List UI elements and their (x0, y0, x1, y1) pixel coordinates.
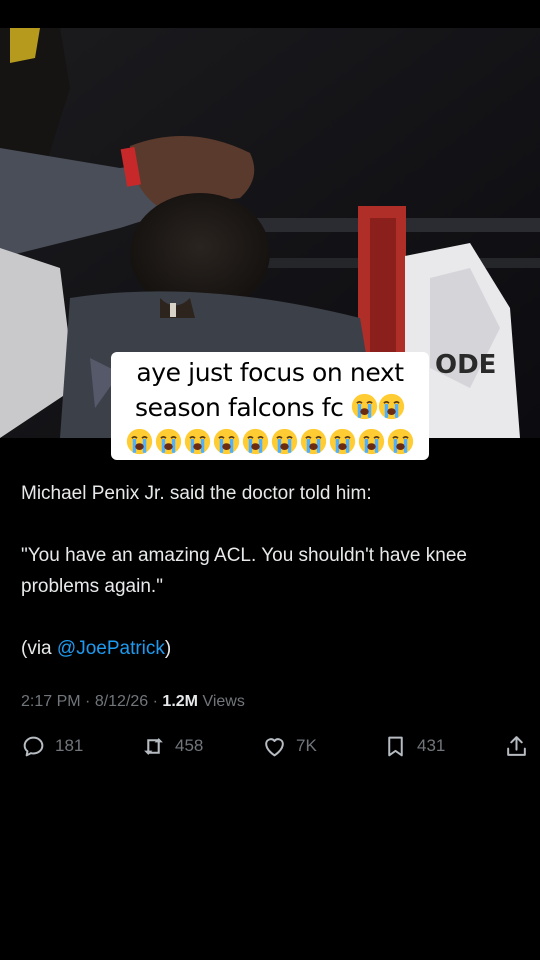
repost-icon (144, 737, 163, 755)
reply-icon (23, 736, 44, 756)
crying-face-emoji-icon (351, 393, 378, 420)
share-icon (507, 735, 526, 756)
svg-text:ODE: ODE (435, 350, 496, 380)
tweet-quote: "You have an amazing ACL. You shouldn't … (21, 545, 467, 597)
crying-face-emoji-icon (184, 428, 211, 455)
crying-face-emoji-icon (126, 428, 153, 455)
tweet-via: (via @JoePatrick) (21, 633, 526, 664)
crying-face-emoji-icon (387, 428, 414, 455)
crying-face-emoji-icon (213, 428, 240, 455)
caption-emoji-row (119, 425, 421, 455)
crying-face-emoji-icon (300, 428, 327, 455)
views-count[interactable]: 1.2M (162, 693, 198, 710)
caption-line-2-text: season falcons fc (134, 393, 344, 422)
crying-face-emoji-icon (358, 428, 385, 455)
tweet-time[interactable]: 2:17 PM (21, 693, 81, 710)
meta-separator: · (80, 693, 95, 710)
crying-face-emoji-icon (155, 428, 182, 455)
like-icon (265, 737, 284, 756)
action-bar: 181 458 7K 431 (0, 730, 540, 762)
via-prefix: (via (21, 638, 57, 659)
views-label: Views (198, 693, 245, 710)
bookmark-icon (388, 736, 403, 756)
caption-line-2: season falcons fc (119, 390, 421, 425)
bookmark-button[interactable]: 431 (383, 730, 445, 762)
via-suffix: ) (164, 638, 172, 659)
share-button[interactable] (504, 730, 529, 762)
crying-face-emoji-icon (242, 428, 269, 455)
meta-separator: · (148, 693, 163, 710)
bookmark-count: 431 (417, 736, 446, 755)
like-button[interactable]: 7K (262, 730, 317, 762)
tweet-line-1: Michael Penix Jr. said the doctor told h… (21, 483, 372, 504)
caption-overlay: aye just focus on next season falcons fc (111, 352, 429, 460)
crying-face-emoji-icon (378, 393, 405, 420)
repost-button[interactable]: 458 (141, 730, 203, 762)
tweet-date[interactable]: 8/12/26 (95, 693, 148, 710)
like-count: 7K (296, 736, 317, 755)
reply-count: 181 (55, 736, 84, 755)
caption-line-1: aye just focus on next (136, 358, 404, 387)
tweet-text: Michael Penix Jr. said the doctor told h… (21, 478, 526, 664)
tweet-meta: 2:17 PM · 8/12/26 · 1.2M Views (21, 693, 245, 711)
crying-face-emoji-icon (329, 428, 356, 455)
repost-count: 458 (175, 736, 204, 755)
mention-link[interactable]: @JoePatrick (57, 638, 165, 659)
reply-button[interactable]: 181 (21, 730, 83, 762)
crying-face-emoji-icon (271, 428, 298, 455)
